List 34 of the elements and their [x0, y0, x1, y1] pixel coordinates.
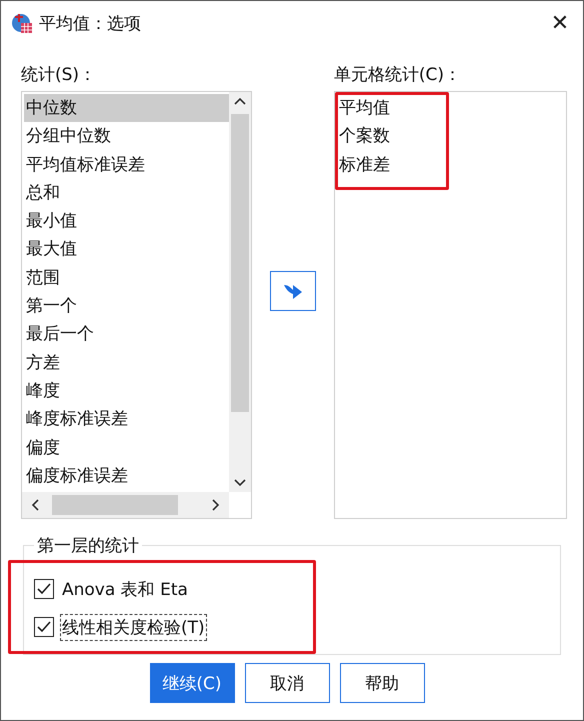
list-item[interactable]: 峰度	[24, 376, 230, 406]
list-item[interactable]: 方差	[24, 348, 230, 377]
list-item[interactable]: 标准差	[336, 150, 566, 179]
cell-statistics-label: 单元格统计(C)：	[334, 64, 462, 87]
scroll-thumb[interactable]	[231, 114, 250, 412]
dialog-button[interactable]: 继续(C)	[150, 663, 234, 703]
dialog-button[interactable]: 取消	[244, 663, 330, 703]
list-item[interactable]: 第一个	[24, 292, 230, 320]
list-item[interactable]: 范围	[24, 264, 230, 292]
list-item[interactable]: 分组中位数	[24, 122, 230, 151]
list-item[interactable]: 偏度	[24, 434, 230, 462]
list-item[interactable]: 偏度标准误差	[24, 462, 230, 490]
checkbox-label[interactable]: 线性相关度检验(T)	[60, 614, 207, 640]
app-icon	[11, 12, 33, 34]
list-item[interactable]: 个案数	[336, 122, 566, 151]
checkbox[interactable]	[34, 617, 54, 637]
dialog-button[interactable]: 帮助	[340, 663, 424, 703]
list-item[interactable]: 中位数	[24, 94, 230, 122]
list-item[interactable]: 总和	[24, 178, 230, 208]
list-item[interactable]: 最后一个	[24, 320, 230, 349]
checkbox[interactable]	[34, 579, 54, 599]
close-button[interactable]: ✕	[537, 3, 583, 43]
list-item[interactable]: 最小值	[24, 207, 230, 236]
move-button[interactable]	[270, 271, 316, 311]
horizontal-scrollbar[interactable]	[22, 492, 230, 518]
list-item[interactable]: 平均值	[336, 94, 566, 122]
vertical-scrollbar[interactable]	[229, 92, 252, 492]
statistics-label: 统计(S)：	[21, 64, 98, 87]
list-item[interactable]: 峰度标准误差	[24, 405, 230, 434]
window-title: 平均值：选项	[39, 12, 141, 34]
scroll-thumb[interactable]	[52, 495, 178, 515]
list-item[interactable]: 最大值	[24, 235, 230, 264]
list-item[interactable]: 平均值标准误差	[24, 150, 230, 179]
checkbox-label[interactable]: Anova 表和 Eta	[60, 576, 190, 602]
